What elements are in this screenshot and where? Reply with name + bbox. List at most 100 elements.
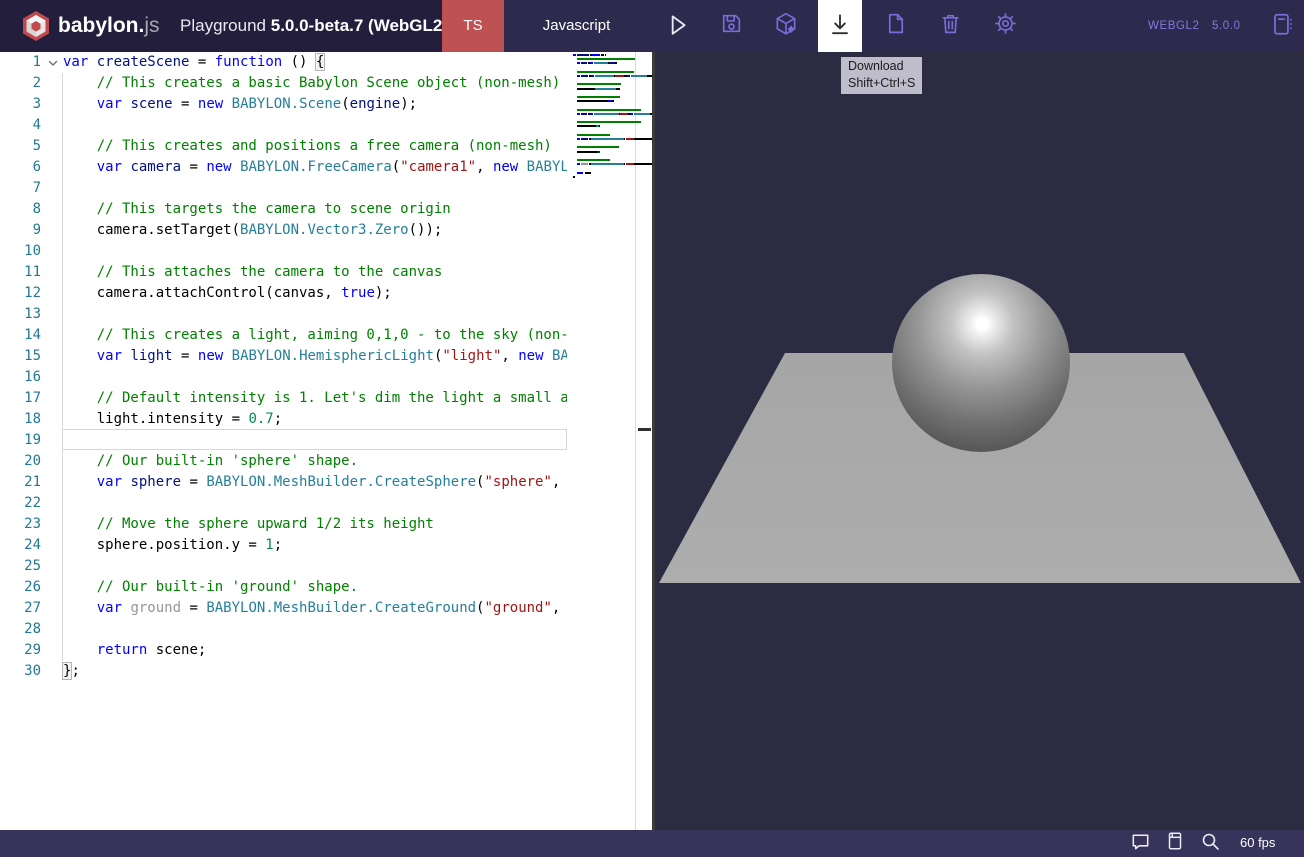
code-line[interactable]: camera.setTarget(BABYLON.Vector3.Zero())…	[63, 220, 442, 241]
code-line[interactable]: var scene = new BABYLON.Scene(engine);	[63, 94, 417, 115]
minimap-line	[581, 138, 587, 140]
code-line[interactable]: // Move the sphere upward 1/2 its height	[63, 514, 434, 535]
code-token: var	[97, 600, 122, 616]
minimap-line	[591, 75, 594, 77]
inspector-icon	[773, 11, 799, 42]
search-button[interactable]	[1196, 831, 1224, 856]
comment-icon	[1129, 830, 1152, 857]
minimap-line	[630, 113, 633, 115]
code-token	[63, 474, 97, 490]
download-button[interactable]	[818, 0, 862, 52]
line-number: 30	[0, 661, 41, 682]
engine-version-label: 5.0.0	[1212, 0, 1241, 52]
fold-chevron-icon[interactable]	[47, 56, 59, 74]
inspector-button[interactable]	[764, 0, 808, 52]
code-line[interactable]: return scene;	[63, 640, 206, 661]
code-token: =	[189, 54, 214, 70]
code-token: =	[181, 159, 206, 175]
code-token: ());	[409, 222, 443, 238]
minimap-line	[577, 125, 596, 127]
code-line[interactable]: // This attaches the camera to the canva…	[63, 262, 442, 283]
typescript-tab[interactable]: TS	[442, 0, 504, 52]
clear-button[interactable]	[928, 0, 972, 52]
download-icon	[827, 11, 853, 42]
code-line[interactable]: camera.attachControl(canvas, true);	[63, 283, 392, 304]
header-bar: babylon.js Playground 5.0.0-beta.7 (WebG…	[0, 0, 1304, 52]
minimap-line	[634, 113, 650, 115]
save-button[interactable]	[709, 0, 753, 52]
code-token: camera	[130, 159, 181, 175]
code-token: // Default intensity is 1. Let's dim the…	[63, 390, 567, 406]
code-token: "camera1"	[400, 159, 476, 175]
minimap-line	[590, 113, 593, 115]
minimap-line	[591, 138, 625, 140]
code-token	[223, 96, 231, 112]
code-token: 1	[265, 537, 273, 553]
line-number: 5	[0, 136, 41, 157]
code-token	[63, 96, 97, 112]
code-line[interactable]: // This targets the camera to scene orig…	[63, 199, 451, 220]
line-number: 8	[0, 199, 41, 220]
minimap[interactable]	[567, 52, 636, 830]
code-line[interactable]: sphere.position.y = 1;	[63, 535, 282, 556]
code-token: new	[206, 159, 231, 175]
code-token: =	[181, 600, 206, 616]
code-token	[63, 642, 97, 658]
code-line[interactable]: // This creates and positions a free cam…	[63, 136, 552, 157]
minimap-line	[581, 163, 587, 165]
examples-button[interactable]	[1260, 0, 1304, 52]
code-line[interactable]: // This creates a light, aiming 0,1,0 - …	[63, 325, 567, 346]
code-line[interactable]: // Our built-in 'sphere' shape.	[63, 451, 358, 472]
code-line[interactable]: var createScene = function () {	[63, 52, 324, 73]
code-token: // Our built-in 'ground' shape.	[63, 579, 358, 595]
line-number: 23	[0, 514, 41, 535]
code-viewport[interactable]: 1234567891011121314151617181920212223242…	[0, 52, 567, 830]
line-number: 9	[0, 220, 41, 241]
code-line[interactable]: };	[63, 661, 80, 682]
code-token: light	[130, 348, 172, 364]
code-token: (	[341, 96, 349, 112]
run-button[interactable]	[655, 0, 699, 52]
vertical-splitter[interactable]	[652, 52, 655, 830]
code-line[interactable]: // Our built-in 'ground' shape.	[63, 577, 358, 598]
new-button[interactable]	[873, 0, 917, 52]
line-number: 18	[0, 409, 41, 430]
minimap-line	[577, 163, 580, 165]
code-line[interactable]: light.intensity = 0.7;	[63, 409, 282, 430]
status-bar: 60 fps	[0, 830, 1304, 857]
minimap-line	[592, 54, 600, 56]
code-line[interactable]: var camera = new BABYLON.FreeCamera("cam…	[63, 157, 567, 178]
line-number: 3	[0, 94, 41, 115]
comment-button[interactable]	[1126, 831, 1154, 856]
line-number: 19	[0, 430, 41, 451]
settings-button[interactable]	[983, 0, 1027, 52]
line-number: 4	[0, 115, 41, 136]
babylon-logo-icon[interactable]	[20, 10, 52, 42]
code-token: scene;	[147, 642, 206, 658]
code-line[interactable]: // This creates a basic Babylon Scene ob…	[63, 73, 560, 94]
code-line[interactable]: var sphere = BABYLON.MeshBuilder.CreateS…	[63, 472, 567, 493]
minimap-line	[591, 163, 625, 165]
code-line[interactable]: // Default intensity is 1. Let's dim the…	[63, 388, 567, 409]
render-canvas[interactable]	[655, 52, 1304, 830]
minimap-line	[577, 71, 634, 73]
code-token	[544, 348, 552, 364]
docs-button[interactable]	[1161, 831, 1189, 856]
code-line[interactable]: var ground = BABYLON.MeshBuilder.CreateG…	[63, 598, 567, 619]
code-token: , {diameter: 2, segments: 32},	[552, 474, 567, 490]
code-token: light.intensity =	[63, 411, 248, 427]
javascript-tab[interactable]: Javascript	[504, 0, 649, 52]
minimap-line	[599, 151, 600, 153]
code-token: ,	[476, 159, 493, 175]
minimap-line	[577, 96, 620, 98]
line-number: 21	[0, 472, 41, 493]
code-token: var	[63, 54, 88, 70]
code-line[interactable]: var light = new BABYLON.HemisphericLight…	[63, 346, 567, 367]
minimap-line	[615, 62, 617, 64]
minimap-line	[577, 159, 610, 161]
splitter-handle[interactable]	[638, 428, 651, 431]
code-token: BABYLON.Scene	[232, 96, 342, 112]
code-token: camera.attachControl(canvas,	[63, 285, 341, 301]
babylon-playground-app: babylon.js Playground 5.0.0-beta.7 (WebG…	[0, 0, 1304, 857]
code-token: BABYLON.HemisphericLight	[232, 348, 434, 364]
